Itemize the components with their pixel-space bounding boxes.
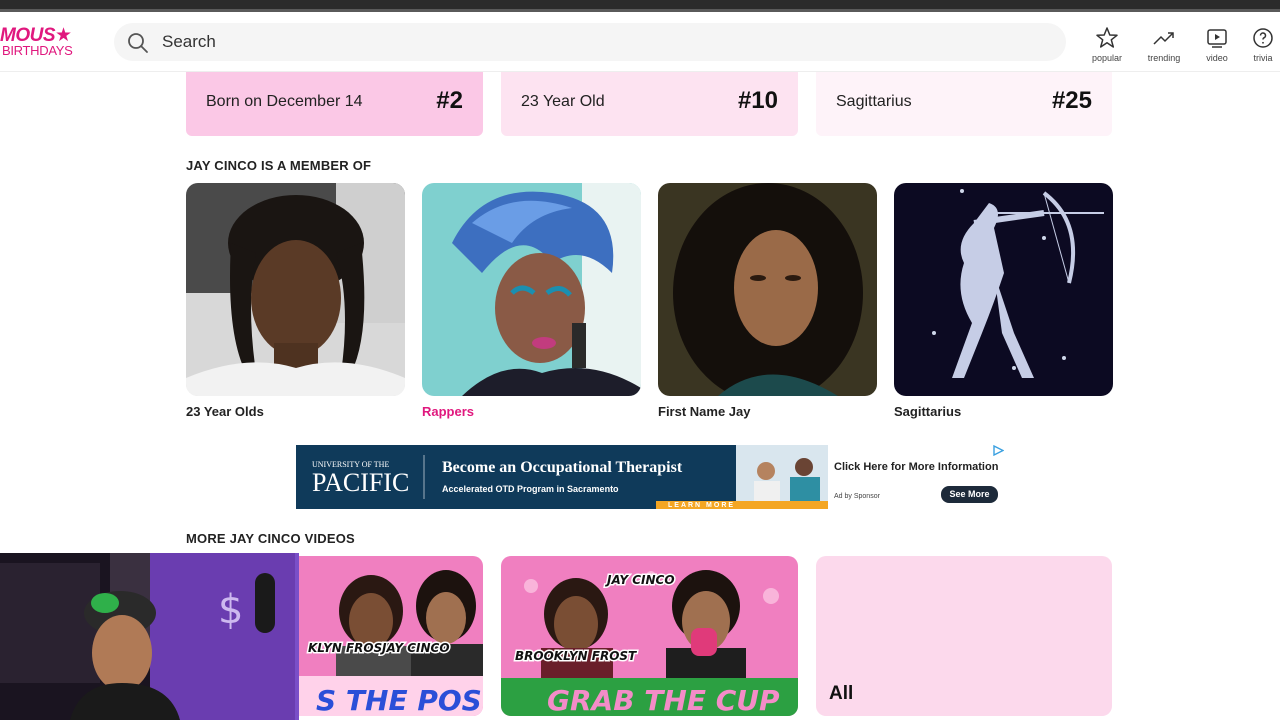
trending-icon xyxy=(1153,32,1174,45)
ad-attribution: Ad by Sponsor xyxy=(834,493,880,500)
group-thumbnail[interactable] xyxy=(422,183,641,396)
ad-see-more-button[interactable]: See More xyxy=(941,486,998,503)
ranking-number: #25 xyxy=(1051,87,1092,114)
ranking-number: #2 xyxy=(436,87,463,114)
ad-banner[interactable]: UNIVERSITY OF THE PACIFIC Become an Occu… xyxy=(296,445,1004,509)
video-caption: GRAB THE CUP xyxy=(547,684,780,716)
ad-headline: Become an Occupational Therapist xyxy=(442,459,683,476)
ad-cta-text[interactable]: Click Here for More Information xyxy=(834,461,998,473)
video-name-tag: KLYN FROST xyxy=(308,641,391,655)
video-icon xyxy=(1207,29,1227,48)
group-label[interactable]: Sagittarius xyxy=(894,404,1113,419)
nav-trending[interactable]: trending xyxy=(1139,26,1189,66)
question-icon xyxy=(1253,28,1273,48)
group-card-sagittarius[interactable]: Sagittarius xyxy=(894,183,1113,419)
ranking-label: Sagittarius xyxy=(836,93,912,110)
group-thumbnail[interactable] xyxy=(894,183,1113,396)
all-videos-card[interactable]: All xyxy=(816,556,1112,716)
video-card[interactable]: JAY CINCO BROOKLYN FROST GRAB THE CUP xyxy=(501,556,798,716)
video-thumbnail[interactable]: JAY CINCO BROOKLYN FROST GRAB THE CUP xyxy=(501,556,798,716)
ranking-card-birthday[interactable]: Born on December 14 #2 xyxy=(186,72,483,136)
group-card-rappers[interactable]: Rappers xyxy=(422,183,641,419)
nav-video[interactable]: video xyxy=(1192,26,1242,66)
search-input[interactable]: Search xyxy=(162,32,216,52)
videos-section-title: MORE JAY CINCO VIDEOS xyxy=(186,531,355,546)
group-label[interactable]: First Name Jay xyxy=(658,404,877,419)
video-name-tag: JAY CINCO xyxy=(605,573,675,587)
ad-learn-more: LEARN MORE xyxy=(668,502,735,509)
ad-school-line2: PACIFIC xyxy=(312,468,409,497)
group-card-23-year-olds[interactable]: 23 Year Olds xyxy=(186,183,405,419)
video-name-tag: JAY CINCO xyxy=(380,641,450,655)
nav-label: popular xyxy=(1091,53,1123,63)
video-caption: S THE POST xyxy=(316,684,483,716)
browser-chrome-bar xyxy=(0,0,1280,12)
ranking-label: 23 Year Old xyxy=(521,93,605,110)
ad-subline: Accelerated OTD Program in Sacramento xyxy=(442,484,619,494)
search-icon xyxy=(128,33,148,53)
all-videos-label[interactable]: All xyxy=(829,683,853,705)
group-card-first-name-jay[interactable]: First Name Jay xyxy=(658,183,877,419)
site-logo[interactable]: MOUS★ BIRTHDAYS xyxy=(0,26,90,60)
group-thumbnail[interactable] xyxy=(658,183,877,396)
search-bar[interactable]: Search xyxy=(114,23,1066,61)
webcam-overlay: $ xyxy=(0,553,299,720)
group-thumbnail[interactable] xyxy=(186,183,405,396)
ranking-number: #10 xyxy=(737,87,778,114)
ranking-card-age[interactable]: 23 Year Old #10 xyxy=(501,72,798,136)
ranking-label: Born on December 14 xyxy=(206,93,363,110)
star-icon xyxy=(1096,27,1118,48)
nav-label: video xyxy=(1206,53,1228,63)
group-label[interactable]: Rappers xyxy=(422,404,641,419)
svg-text:$: $ xyxy=(218,587,243,633)
nav-label: trending xyxy=(1147,53,1181,63)
site-header: MOUS★ BIRTHDAYS Search popular trending … xyxy=(0,12,1280,72)
member-section-title: JAY CINCO IS A MEMBER OF xyxy=(186,158,372,173)
nav-trivia[interactable]: trivia xyxy=(1238,26,1280,66)
nav-label: trivia xyxy=(1253,53,1273,63)
ranking-card-sign[interactable]: Sagittarius #25 xyxy=(816,72,1112,136)
ad-choices-icon[interactable] xyxy=(992,445,1004,456)
group-label[interactable]: 23 Year Olds xyxy=(186,404,405,419)
video-name-tag: BROOKLYN FROST xyxy=(515,649,637,663)
ad-image[interactable]: UNIVERSITY OF THE PACIFIC Become an Occu… xyxy=(296,445,828,509)
nav-popular[interactable]: popular xyxy=(1082,26,1132,66)
